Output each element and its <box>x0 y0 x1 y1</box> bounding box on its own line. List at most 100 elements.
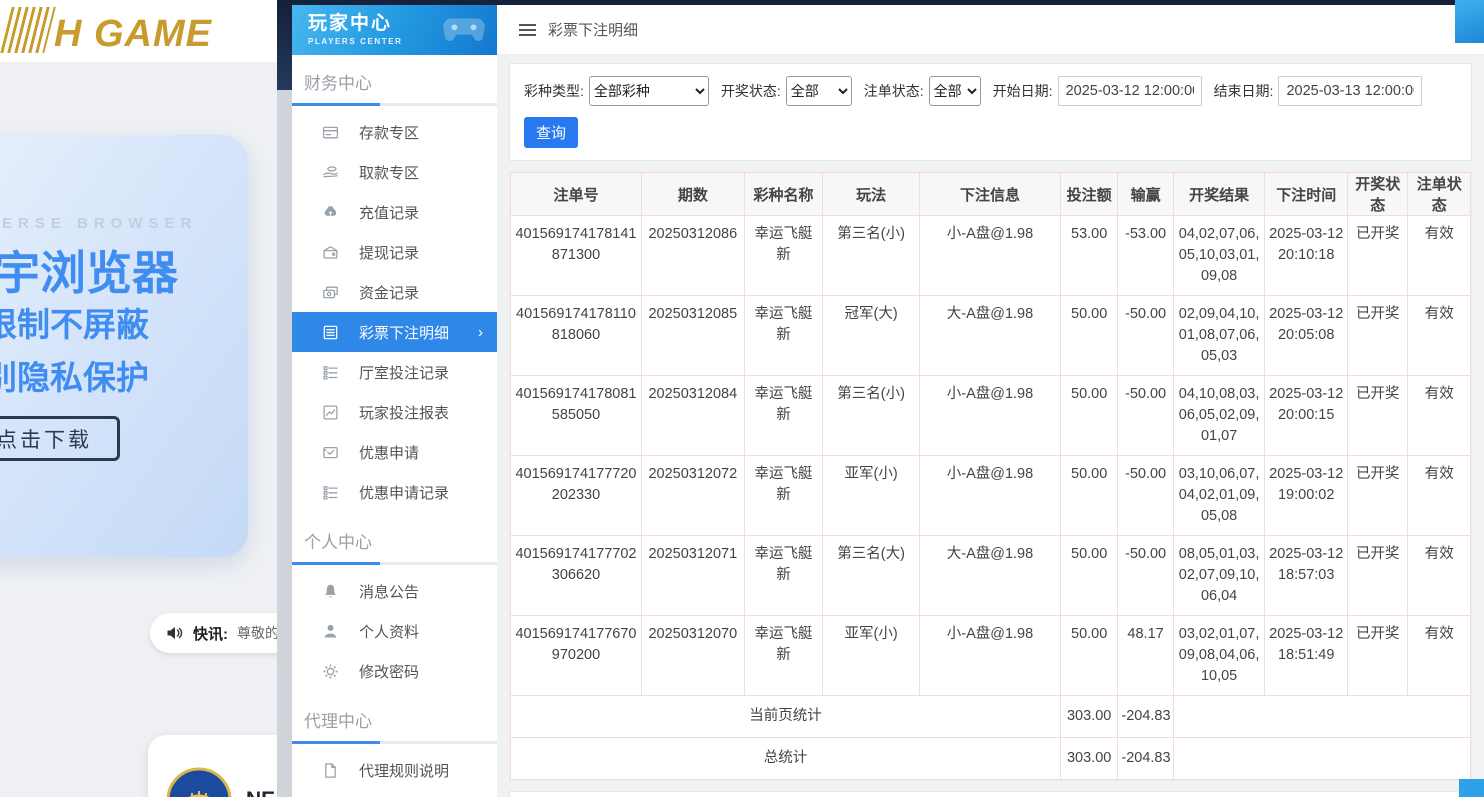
sidebar-item-message-notice[interactable]: 消息公告 <box>292 571 497 611</box>
team-logo-icon <box>166 767 232 797</box>
cash-icon <box>322 284 339 301</box>
page-gap-strip <box>277 0 292 797</box>
table-cell: 02,09,04,10,01,08,07,06,05,03 <box>1173 296 1265 376</box>
table-cell: 2025-03-12 20:00:15 <box>1265 376 1348 456</box>
order-status-label: 注单状态: <box>864 81 924 101</box>
table-cell: 401569174177670970200 <box>511 616 642 696</box>
sidebar-item-funds-record[interactable]: 资金记录 <box>292 272 497 312</box>
lottery-type-select[interactable]: 全部彩种 <box>589 76 709 106</box>
table-row: 40156917417811081806020250312085幸运飞艇新冠军(… <box>511 296 1471 376</box>
bet-list-icon <box>322 324 339 341</box>
start-date-input[interactable] <box>1058 76 1202 106</box>
query-button[interactable]: 查询 <box>524 117 578 148</box>
table-cell: -50.00 <box>1118 456 1173 536</box>
table-cell <box>1173 696 1470 738</box>
sidebar-item-change-password[interactable]: 修改密码 <box>292 651 497 691</box>
table-cell: 401569174178081585050 <box>511 376 642 456</box>
sidebar-item-promo-apply-record[interactable]: 优惠申请记录 <box>292 472 497 512</box>
table-row: 40156917417770230662020250312071幸运飞艇新第三名… <box>511 536 1471 616</box>
sidebar-item-label: 彩票下注明细 <box>359 322 449 343</box>
table-cell: 大-A盘@1.98 <box>919 296 1060 376</box>
draw-status-select[interactable]: 全部 <box>786 76 852 106</box>
sidebar-item-label: 修改密码 <box>359 661 419 682</box>
order-status-select[interactable]: 全部 <box>929 76 981 106</box>
column-header: 玩法 <box>823 173 920 216</box>
floating-widget-top[interactable] <box>1455 0 1484 43</box>
sidebar-item-promo-apply[interactable]: 优惠申请 <box>292 432 497 472</box>
sidebar-item-deposit-zone[interactable]: 存款专区 <box>292 112 497 152</box>
table-cell: -204.83 <box>1118 738 1173 780</box>
start-date-label: 开始日期: <box>993 81 1053 101</box>
table-row: 40156917417772020233020250312072幸运飞艇新亚军(… <box>511 456 1471 536</box>
table-cell: 401569174177702306620 <box>511 536 642 616</box>
hh-game-logo[interactable]: H GAME <box>6 7 212 53</box>
table-cell: 小-A盘@1.98 <box>919 616 1060 696</box>
page-title: 彩票下注明细 <box>548 19 638 40</box>
floating-widget-bottom[interactable] <box>1459 779 1484 797</box>
table-cell: 冠军(大) <box>823 296 920 376</box>
sidebar-item-player-bet-report[interactable]: 玩家投注报表 <box>292 392 497 432</box>
sidebar-subtitle: PLAYERS CENTER <box>308 37 403 46</box>
sidebar-item-label: 玩家投注报表 <box>359 402 449 423</box>
table-cell: 20250312070 <box>641 616 744 696</box>
deposit-card-icon <box>322 124 339 141</box>
table-cell: 已开奖 <box>1348 616 1408 696</box>
table-cell: 20250312084 <box>641 376 744 456</box>
sidebar-item-agent-team-stats[interactable]: 代理团队统计 <box>292 790 497 797</box>
background-site: H GAME ERSE BROWSER 宇浏览器 限制不屏蔽 别隐私保护 点击下… <box>0 0 292 797</box>
sidebar-item-label: 取款专区 <box>359 162 419 183</box>
content: 彩种类型: 全部彩种 开奖状态: 全部 注单状态: 全部 开始日期: 结束日期:… <box>497 55 1484 797</box>
table-row: 40156917417814187130020250312086幸运飞艇新第三名… <box>511 216 1471 296</box>
sidebar-title: 玩家中心 <box>308 14 403 35</box>
table-cell: 幸运飞艇新 <box>744 456 823 536</box>
sidebar-item-lottery-bet-detail[interactable]: 彩票下注明细 › <box>292 312 497 352</box>
grand-summary-row: 总统计303.00-204.83 <box>511 738 1471 780</box>
menu-section-title: 个人中心 <box>304 528 497 553</box>
table-cell: 总统计 <box>511 738 1061 780</box>
table-cell: 小-A盘@1.98 <box>919 216 1060 296</box>
sidebar-item-recharge-record[interactable]: 充值记录 <box>292 192 497 232</box>
table-cell: 03,02,01,07,09,08,04,06,10,05 <box>1173 616 1265 696</box>
pagination-bar: 每页显示20条 共6条 首页 上一页 [1] 下一页 第 页 跳转 <box>509 791 1472 797</box>
sidebar-item-label: 厅室投注记录 <box>359 362 449 383</box>
table-cell: 2025-03-12 19:00:02 <box>1265 456 1348 536</box>
news-ticker[interactable]: 快讯: 尊敬的 <box>150 613 292 653</box>
sidebar-item-withdraw-zone[interactable]: 取款专区 <box>292 152 497 192</box>
page-summary-row: 当前页统计303.00-204.83 <box>511 696 1471 738</box>
table-cell: 20250312085 <box>641 296 744 376</box>
sidebar-item-label: 消息公告 <box>359 581 419 602</box>
column-header: 注单状态 <box>1408 173 1471 216</box>
table-cell: 401569174177720202330 <box>511 456 642 536</box>
table-cell: 有效 <box>1408 296 1471 376</box>
table-cell: 48.17 <box>1118 616 1173 696</box>
chevron-right-icon: › <box>478 324 483 341</box>
table-cell: 50.00 <box>1060 296 1117 376</box>
table-cell: 当前页统计 <box>511 696 1061 738</box>
sidebar-item-withdraw-record[interactable]: 提现记录 <box>292 232 497 272</box>
table-cell: 53.00 <box>1060 216 1117 296</box>
table-cell <box>1173 738 1470 780</box>
screen: H GAME ERSE BROWSER 宇浏览器 限制不屏蔽 别隐私保护 点击下… <box>0 0 1484 797</box>
table-cell: 亚军(小) <box>823 616 920 696</box>
coupon-icon <box>322 444 339 461</box>
ticker-label: 快讯: <box>193 623 228 644</box>
sidebar-item-room-bet-record[interactable]: 厅室投注记录 <box>292 352 497 392</box>
table-cell: 401569174178110818060 <box>511 296 642 376</box>
sidebar-item-personal-profile[interactable]: 个人资料 <box>292 611 497 651</box>
download-button[interactable]: 点击下载 <box>0 416 120 461</box>
table-header-row: 注单号期数彩种名称玩法下注信息投注额输赢开奖结果下注时间开奖状态注单状态 <box>511 173 1471 216</box>
table-cell: 有效 <box>1408 616 1471 696</box>
end-date-input[interactable] <box>1278 76 1422 106</box>
column-header: 开奖状态 <box>1348 173 1408 216</box>
coupon-list-icon <box>322 484 339 501</box>
table-cell: -50.00 <box>1118 296 1173 376</box>
table-cell: 50.00 <box>1060 536 1117 616</box>
table-cell: 第三名(小) <box>823 376 920 456</box>
banner-line1: 限制不屏蔽 <box>0 298 149 346</box>
sidebar-item-label: 资金记录 <box>359 282 419 303</box>
wallet-icon <box>322 244 339 261</box>
table-cell: -204.83 <box>1118 696 1173 738</box>
table-cell: 幸运飞艇新 <box>744 376 823 456</box>
menu-toggle-icon[interactable] <box>519 21 536 39</box>
sidebar-item-agent-rules[interactable]: 代理规则说明 <box>292 750 497 790</box>
